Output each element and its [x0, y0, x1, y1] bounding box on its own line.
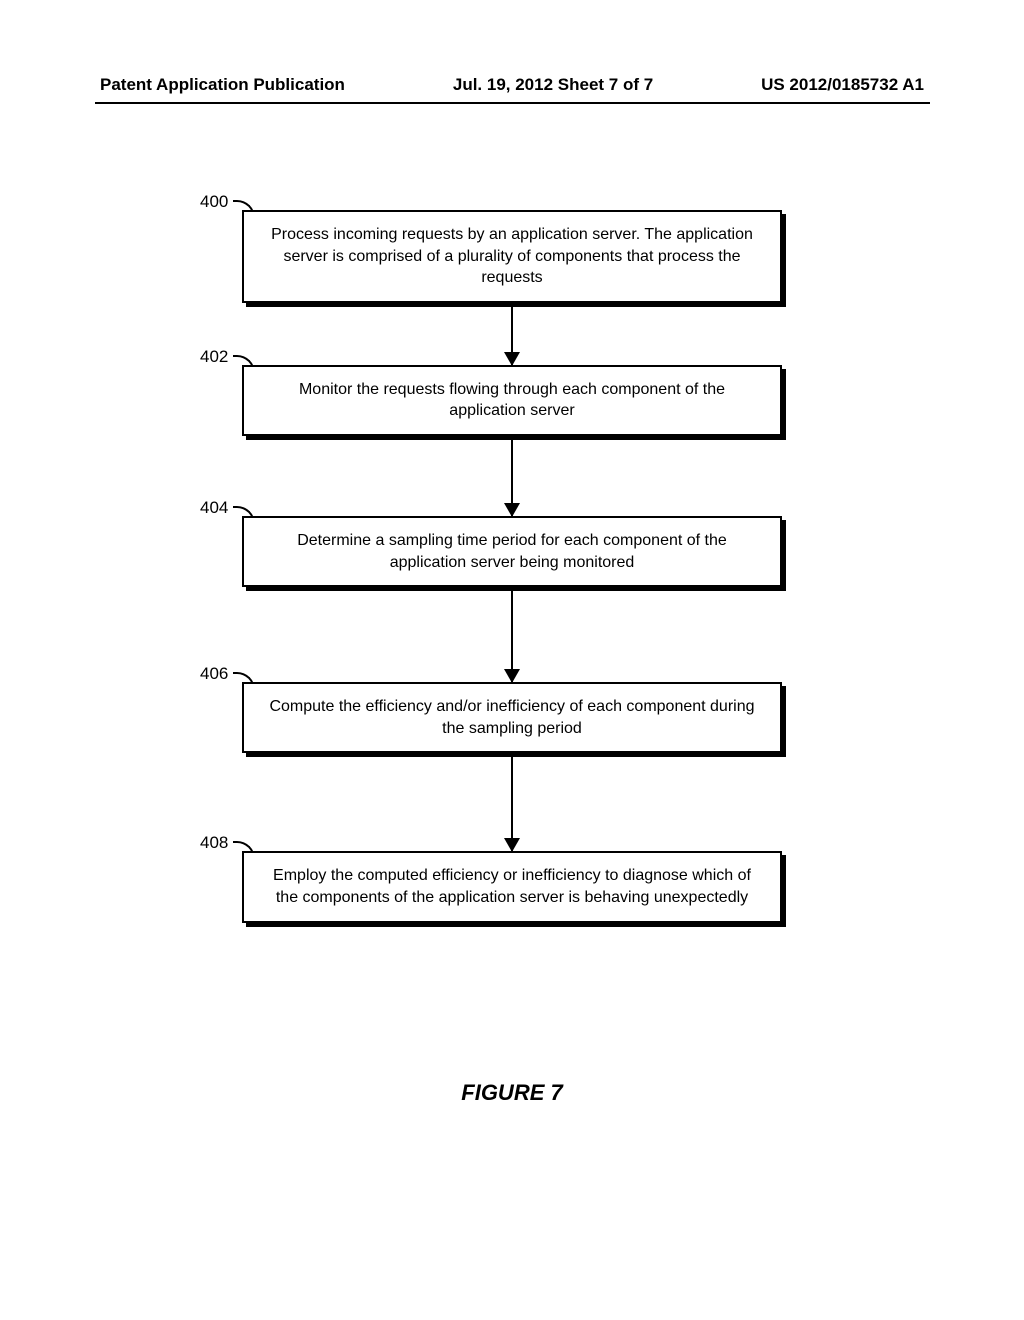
flowchart-arrow: [0, 753, 1024, 851]
flowchart: 400 Process incoming requests by an appl…: [0, 210, 1024, 923]
step-ref-label: 404: [200, 498, 228, 518]
flowchart-box: Determine a sampling time period for eac…: [242, 516, 782, 587]
step-ref-label: 408: [200, 833, 228, 853]
box-text: Employ the computed efficiency or ineffi…: [273, 867, 751, 906]
flowchart-box-wrap: Process incoming requests by an applicat…: [242, 210, 782, 303]
flowchart-step: 408 Employ the computed efficiency or in…: [0, 851, 1024, 922]
arrow-head-icon: [504, 352, 520, 366]
flowchart-box-wrap: Monitor the requests flowing through eac…: [242, 365, 782, 436]
flowchart-box-wrap: Compute the efficiency and/or inefficien…: [242, 682, 782, 753]
flowchart-box: Employ the computed efficiency or ineffi…: [242, 851, 782, 922]
header-patent-number: US 2012/0185732 A1: [761, 75, 924, 95]
box-text: Determine a sampling time period for eac…: [297, 532, 727, 571]
box-text: Process incoming requests by an applicat…: [271, 226, 753, 286]
step-ref-label: 402: [200, 347, 228, 367]
header-date-sheet: Jul. 19, 2012 Sheet 7 of 7: [453, 75, 653, 95]
step-ref-label: 400: [200, 192, 228, 212]
page-header: Patent Application Publication Jul. 19, …: [0, 75, 1024, 95]
box-text: Compute the efficiency and/or inefficien…: [269, 698, 754, 737]
flowchart-step: 404 Determine a sampling time period for…: [0, 516, 1024, 587]
flowchart-arrow: [0, 303, 1024, 365]
flowchart-box-wrap: Determine a sampling time period for eac…: [242, 516, 782, 587]
header-publication-type: Patent Application Publication: [100, 75, 345, 95]
box-text: Monitor the requests flowing through eac…: [299, 381, 725, 420]
flowchart-box: Compute the efficiency and/or inefficien…: [242, 682, 782, 753]
flowchart-arrow: [0, 436, 1024, 516]
arrow-head-icon: [504, 669, 520, 683]
arrow-head-icon: [504, 838, 520, 852]
header-divider: [95, 102, 930, 104]
flowchart-box: Monitor the requests flowing through eac…: [242, 365, 782, 436]
flowchart-box-wrap: Employ the computed efficiency or ineffi…: [242, 851, 782, 922]
flowchart-arrow: [0, 587, 1024, 682]
arrow-head-icon: [504, 503, 520, 517]
figure-caption: FIGURE 7: [0, 1080, 1024, 1106]
flowchart-step: 400 Process incoming requests by an appl…: [0, 210, 1024, 303]
flowchart-step: 402 Monitor the requests flowing through…: [0, 365, 1024, 436]
step-ref-label: 406: [200, 664, 228, 684]
flowchart-box: Process incoming requests by an applicat…: [242, 210, 782, 303]
flowchart-step: 406 Compute the efficiency and/or ineffi…: [0, 682, 1024, 753]
